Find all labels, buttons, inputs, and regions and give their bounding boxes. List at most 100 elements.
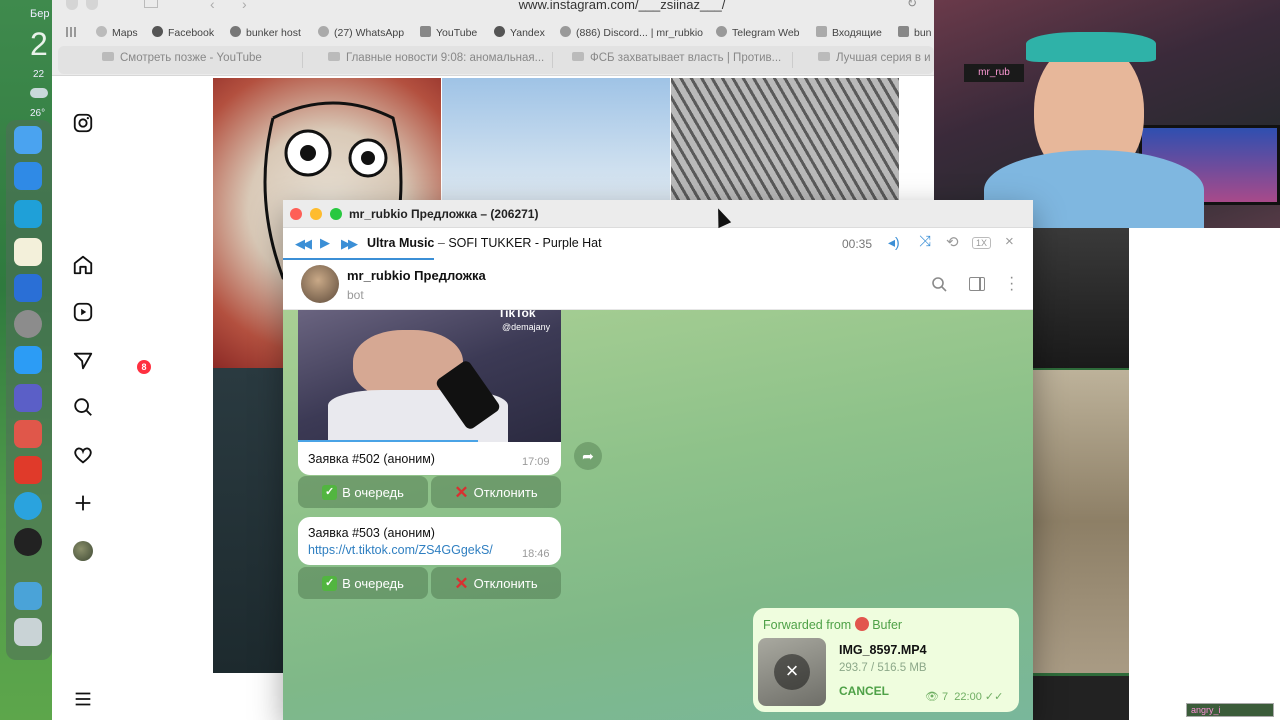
tab-fsb[interactable]: ФСБ захватывает власть | Против...: [572, 52, 781, 64]
bookmark-telegram-web[interactable]: Telegram Web: [716, 26, 800, 39]
play-icon[interactable]: ▶: [320, 235, 330, 251]
window-control[interactable]: [66, 0, 78, 10]
post-thumbnail[interactable]: [442, 78, 670, 208]
minimize-window-button[interactable]: [310, 208, 322, 220]
tab-separator: [552, 52, 553, 68]
finder-icon[interactable]: [14, 126, 42, 154]
queue-button[interactable]: ✓ В очередь: [298, 476, 428, 508]
app-icon[interactable]: [14, 456, 42, 484]
post-thumbnail[interactable]: [213, 368, 283, 673]
post-thumbnail[interactable]: [671, 78, 899, 208]
sidebar-toggle-icon[interactable]: [969, 277, 985, 291]
volume-icon[interactable]: ◂): [888, 234, 900, 251]
message-meta: 👁 7 22:00 ✓✓: [925, 691, 1004, 703]
bookmark-bunker[interactable]: bun: [898, 26, 932, 39]
playback-speed-button[interactable]: 1X: [972, 237, 992, 249]
stream-overlay-tag: angry_i: [1186, 703, 1274, 717]
bookmark-inbox[interactable]: Входящие: [816, 26, 882, 39]
settings-icon[interactable]: [14, 310, 42, 338]
video-preview[interactable]: TikTok @demajany: [298, 310, 561, 442]
shuffle-icon[interactable]: ⤨: [919, 233, 931, 250]
window-control[interactable]: [86, 0, 98, 10]
bookmark-maps[interactable]: Maps: [96, 26, 138, 39]
chat-status: bot: [347, 288, 364, 302]
messages-icon[interactable]: [72, 350, 94, 372]
chat-name[interactable]: mr_rubkio Предложка: [347, 268, 486, 283]
bookmark-youtube[interactable]: YouTube: [420, 26, 477, 39]
close-player-icon[interactable]: ×: [1005, 233, 1014, 250]
app-store-icon[interactable]: [14, 346, 42, 374]
reels-icon[interactable]: [72, 301, 94, 323]
file-progress: 293.7 / 516.5 MB: [839, 662, 927, 674]
edge-icon[interactable]: [14, 200, 42, 228]
message-bubble[interactable]: TikTok @demajany Заявка #502 (аноним) 17…: [298, 310, 561, 475]
forwarded-header: Forwarded from Bufer: [763, 617, 903, 632]
file-thumbnail[interactable]: ×: [758, 638, 826, 706]
profile-avatar[interactable]: [73, 541, 93, 561]
zoom-window-button[interactable]: [330, 208, 342, 220]
bookmark-discord[interactable]: (886) Discord... | mr_rubkio: [560, 26, 703, 39]
address-bar[interactable]: www.instagram.com/___zsiinaz___/: [472, 0, 772, 12]
cancel-download-icon[interactable]: ×: [774, 654, 810, 690]
safari-icon[interactable]: [14, 162, 42, 190]
forward-icon[interactable]: ›: [242, 0, 247, 12]
page-background: [1129, 228, 1280, 720]
video-progress: [298, 440, 478, 442]
window-title: mr_rubkio Предложка – (206271): [349, 207, 539, 221]
neon-sign: mr_rub: [964, 64, 1024, 82]
sidebar-toggle-icon[interactable]: [144, 0, 158, 8]
home-icon[interactable]: [72, 254, 94, 276]
heart-icon[interactable]: [72, 444, 94, 466]
create-icon[interactable]: [72, 492, 94, 514]
cancel-download-button[interactable]: CANCEL: [839, 684, 889, 698]
back-icon[interactable]: ‹: [210, 0, 215, 12]
message-link[interactable]: https://vt.tiktok.com/ZS4GGgekS/: [308, 543, 493, 557]
post-thumbnail[interactable]: [1033, 370, 1129, 673]
browser-toolbar: ‹ › www.instagram.com/___zsiinaz___/ ↻ M…: [52, 0, 934, 76]
search-icon[interactable]: [931, 276, 947, 292]
apps-grid-icon[interactable]: [66, 27, 76, 37]
post-thumbnail[interactable]: [1033, 228, 1129, 368]
outlook-icon[interactable]: [14, 274, 42, 302]
telegram-dock-icon[interactable]: [14, 492, 42, 520]
next-track-icon[interactable]: ▶▶: [341, 236, 358, 252]
bookmark-yandex[interactable]: Yandex: [494, 26, 545, 39]
post-thumbnail[interactable]: [1033, 676, 1129, 720]
bookmark-whatsapp[interactable]: (27) WhatsApp: [318, 26, 404, 39]
forwarded-message[interactable]: Forwarded from Bufer × IMG_8597.MP4 293.…: [753, 608, 1019, 712]
clock-widget: 2: [30, 26, 48, 62]
package-app-icon[interactable]: [14, 420, 42, 448]
tab-youtube-watch-later[interactable]: Смотреть позже - YouTube: [102, 52, 262, 64]
message-time: 18:46: [522, 548, 550, 560]
instagram-logo-icon[interactable]: [72, 112, 94, 134]
share-icon[interactable]: ➦: [574, 442, 602, 470]
tab-news[interactable]: Главные новости 9:08: аномальная...: [328, 52, 544, 64]
search-icon[interactable]: [72, 396, 94, 418]
title-bar: mr_rubkio Предложка – (206271): [283, 200, 1033, 228]
notes-icon[interactable]: [14, 238, 42, 266]
teams-icon[interactable]: [14, 384, 42, 412]
menu-icon[interactable]: [72, 688, 94, 710]
more-options-icon[interactable]: · · ·: [1009, 270, 1014, 298]
chat-avatar[interactable]: [301, 265, 339, 303]
obs-icon[interactable]: [14, 528, 42, 556]
tab-best-episode[interactable]: Лучшая серия в и: [818, 52, 931, 64]
trash-icon[interactable]: [14, 618, 42, 646]
reject-button[interactable]: ✕ Отклонить: [431, 567, 561, 599]
tab-separator: [792, 52, 793, 68]
previous-track-icon[interactable]: ◀◀: [295, 236, 312, 252]
bookmark-facebook[interactable]: Facebook: [152, 26, 214, 39]
bandana: [1026, 32, 1156, 62]
folder-icon[interactable]: [14, 582, 42, 610]
queue-button[interactable]: ✓ В очередь: [298, 567, 428, 599]
message-text: Заявка #503 (аноним): [308, 526, 435, 540]
reject-button[interactable]: ✕ Отклонить: [431, 476, 561, 508]
weather-icon: [30, 88, 48, 98]
repeat-icon[interactable]: ⟲: [946, 233, 959, 251]
reload-icon[interactable]: ↻: [907, 0, 917, 10]
bookmark-bunker-host[interactable]: bunker host: [230, 26, 301, 39]
message-bubble[interactable]: Заявка #503 (аноним) https://vt.tiktok.c…: [298, 517, 561, 565]
close-window-button[interactable]: [290, 208, 302, 220]
tab-separator: [302, 52, 303, 68]
file-name: IMG_8597.MP4: [839, 643, 927, 657]
